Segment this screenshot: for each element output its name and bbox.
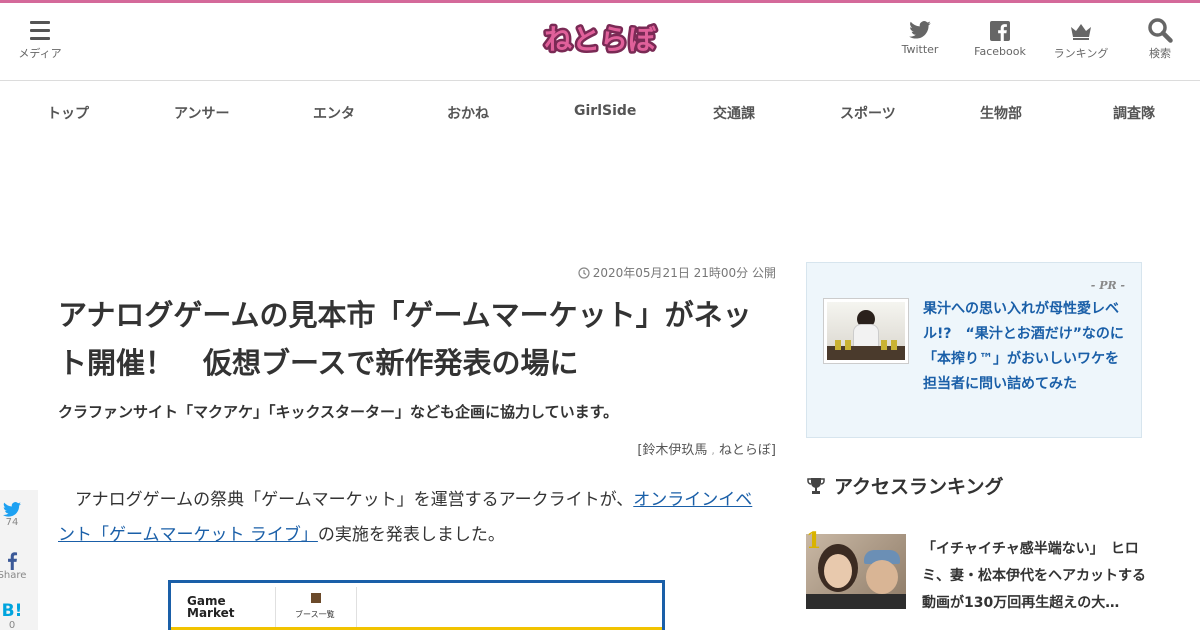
publish-date-text: 2020年05月21日 21時00分 公開 (592, 266, 776, 280)
nav-item-enta[interactable]: エンタ (313, 103, 355, 123)
twitter-icon (3, 502, 21, 517)
nav-item-answer[interactable]: アンサー (174, 103, 229, 123)
pr-label: - PR - (1090, 279, 1125, 292)
access-ranking-heading: アクセスランキング (806, 472, 1003, 499)
nav-item-sports[interactable]: スポーツ (840, 103, 896, 123)
twitter-share-count: 74 (5, 517, 19, 528)
nav-item-koutsuka[interactable]: 交通課 (713, 103, 755, 123)
nav-item-chousatai[interactable]: 調査隊 (1113, 103, 1155, 123)
search-button[interactable]: 検索 (1140, 17, 1180, 61)
share-bar: 74 Share B! 0 (0, 490, 38, 630)
pr-thumbnail[interactable] (823, 298, 909, 364)
nav-item-okane[interactable]: おかね (447, 103, 489, 123)
site-name[interactable]: ねとらぼ] (719, 443, 776, 458)
facebook-button[interactable]: Facebook (972, 21, 1028, 58)
trophy-icon (807, 478, 825, 494)
nav-item-seibutsubu[interactable]: 生物部 (980, 103, 1022, 123)
facebook-icon (990, 21, 1010, 41)
facebook-icon (8, 552, 18, 570)
ranking-button[interactable]: ランキング (1050, 21, 1112, 61)
nav-item-top[interactable]: トップ (47, 103, 89, 123)
article-title: アナログゲームの見本市「ゲームマーケット」がネット開催！ 仮想ブースで新作発表の… (58, 298, 752, 380)
share-hatena-button[interactable]: B! 0 (0, 602, 38, 630)
hatena-share-count: 0 (8, 620, 16, 630)
search-label: 検索 (1149, 47, 1171, 60)
article-subtitle: クラファンサイト「マクアケ」「キックスターター」なども企画に協力しています。 (58, 403, 619, 421)
facebook-label: Facebook (974, 45, 1026, 58)
twitter-button[interactable]: Twitter (897, 21, 943, 56)
game-market-logo: Game Market (187, 594, 235, 620)
twitter-label: Twitter (901, 43, 939, 56)
facebook-share-label: Share (0, 570, 27, 581)
author-name[interactable]: [鈴木伊玖馬 (637, 443, 707, 458)
site-logo[interactable]: ねとらぼ ねとらぼ (540, 15, 660, 65)
article-image[interactable]: Game Market ブース一覧 (168, 580, 665, 630)
media-menu-button[interactable]: メディア (14, 21, 66, 61)
ranking-1-number: 1 (806, 528, 822, 554)
booth-list-label: ブース一覧 (295, 610, 335, 619)
category-nav: トップ アンサー エンタ おかね GirlSide 交通課 スポーツ 生物部 調… (0, 82, 1200, 140)
site-header: メディア ねとらぼ ねとらぼ Twitter Facebook ランキング 検索 (0, 3, 1200, 81)
box-icon (311, 593, 321, 603)
hamburger-icon (30, 21, 50, 40)
ranking-label: ランキング (1053, 47, 1109, 60)
publish-date: 2020年05月21日 21時00分 公開 (578, 264, 776, 281)
search-icon (1148, 18, 1173, 43)
article-byline: [鈴木伊玖馬, ねとらぼ] (637, 443, 776, 458)
share-facebook-button[interactable]: Share (0, 552, 38, 581)
pr-box[interactable]: - PR - 果汁への思い入れが母性愛レベル!? “果汁とお酒だけ”なのに「本搾… (806, 262, 1142, 438)
share-twitter-button[interactable]: 74 (0, 502, 38, 528)
pr-headline-link[interactable]: 果汁への思い入れが母性愛レベル!? “果汁とお酒だけ”なのに「本搾り™」がおいし… (923, 297, 1129, 397)
crown-icon (1071, 24, 1091, 40)
ranking-1-title-link[interactable]: 「イチャイチャ感半端ない」 ヒロミ、妻・松本伊代をヘアカットする動画が130万回… (922, 536, 1146, 617)
access-ranking-title: アクセスランキング (834, 476, 1004, 498)
hatena-bookmark-icon: B! (1, 601, 23, 621)
svg-text:ねとらぼ: ねとらぼ (544, 23, 657, 56)
nav-item-girlside[interactable]: GirlSide (574, 103, 636, 119)
clock-icon (578, 267, 590, 279)
article-body-paragraph: アナログゲームの祭典「ゲームマーケット」を運営するアークライトが、オンラインイベ… (58, 490, 753, 545)
twitter-icon (909, 21, 931, 39)
media-menu-label: メディア (18, 47, 62, 60)
